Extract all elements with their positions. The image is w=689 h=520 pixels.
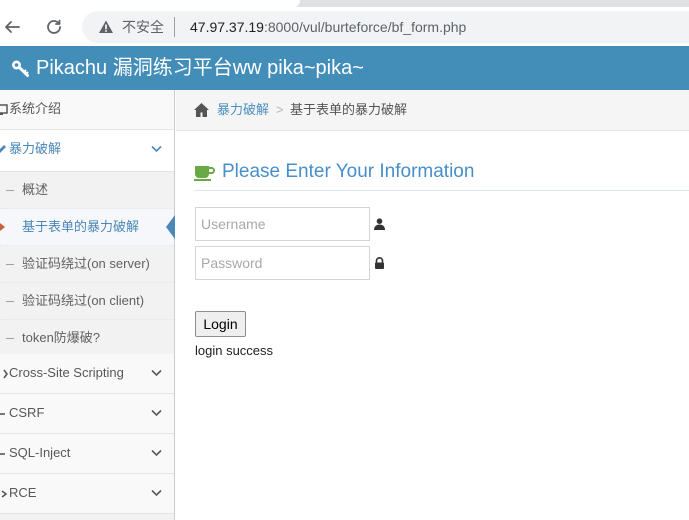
- terminal-icon: [1, 490, 8, 498]
- submenu-dash: [6, 338, 14, 339]
- active-indicator: [166, 215, 175, 239]
- chevron-down-icon: [151, 489, 162, 497]
- url-path: :8000/vul/burteforce/bf_form.php: [263, 19, 467, 35]
- caret-right-icon: [0, 223, 5, 231]
- sidebar-item-system-intro[interactable]: 系统介绍: [0, 90, 174, 130]
- reload-icon: [47, 19, 61, 34]
- sidebar-item-brute-force[interactable]: 暴力破解: [0, 130, 174, 172]
- submenu-item-label: 基于表单的暴力破解: [22, 219, 140, 234]
- desktop-icon: [0, 104, 8, 115]
- submenu-item-form-brute-force[interactable]: 基于表单的暴力破解: [0, 209, 175, 246]
- warning-icon[interactable]: [98, 19, 114, 35]
- database-icon: [0, 453, 5, 455]
- url-host: 47.97.37.19: [190, 19, 264, 35]
- password-input[interactable]: [195, 246, 370, 280]
- sidebar-item-label: Cross-Site Scripting: [9, 365, 124, 380]
- wrench-key-icon: [12, 60, 29, 77]
- breadcrumb-separator: >: [276, 102, 284, 117]
- submenu-item-token[interactable]: token防爆破?: [0, 320, 174, 357]
- sidebar-item-xss[interactable]: Cross-Site Scripting: [0, 354, 174, 394]
- reload-button[interactable]: [42, 15, 66, 39]
- address-divider: [174, 17, 175, 37]
- arrow-left-icon: [5, 21, 20, 33]
- sidebar-item-csrf[interactable]: CSRF: [0, 394, 174, 434]
- form-heading: Please Enter Your Information: [194, 156, 689, 191]
- sidebar-item-label: 系统介绍: [9, 101, 62, 116]
- breadcrumb: 暴力破解 > 基于表单的暴力破解: [176, 90, 689, 131]
- pencil-icon: [0, 145, 6, 153]
- submenu-item-label: 概述: [22, 182, 49, 197]
- browser-tab-strip: [0, 0, 689, 7]
- home-icon[interactable]: [193, 102, 210, 118]
- chevron-down-icon: [151, 145, 162, 153]
- form-title: Please Enter Your Information: [222, 161, 475, 182]
- submenu-item-label: token防爆破?: [22, 330, 101, 345]
- brand-title[interactable]: Pikachu 漏洞练习平台ww pika~pika~: [36, 56, 364, 80]
- lock-icon: [375, 257, 384, 269]
- submenu-item-captcha-client[interactable]: 验证码绕过(on client): [0, 283, 174, 320]
- submenu-dash: [6, 301, 14, 302]
- login-button[interactable]: Login: [195, 311, 246, 337]
- not-secure-label[interactable]: 不安全: [122, 19, 164, 35]
- breadcrumb-parent-link[interactable]: 暴力破解: [217, 102, 269, 118]
- sidebar-item-label: 暴力破解: [9, 141, 62, 156]
- submenu-item-overview[interactable]: 概述: [0, 172, 174, 209]
- chevron-down-icon: [151, 449, 162, 457]
- browser-toolbar: 不安全 47.97.37.19:8000/vul/burteforce/bf_f…: [0, 7, 689, 47]
- user-icon: [374, 218, 385, 230]
- link-icon: [0, 413, 5, 415]
- url-text[interactable]: 47.97.37.19:8000/vul/burteforce/bf_form.…: [190, 19, 466, 35]
- submenu-item-label: 验证码绕过(on client): [22, 293, 145, 308]
- sidebar: 系统介绍 暴力破解 概述 基于表单的暴力破解 验证码绕过(on server) …: [0, 90, 175, 520]
- sidebar-item-label: CSRF: [9, 405, 45, 420]
- breadcrumb-current: 基于表单的暴力破解: [290, 102, 408, 117]
- submenu-item-captcha-server[interactable]: 验证码绕过(on server): [0, 246, 174, 283]
- browser-active-tab[interactable]: [0, 0, 300, 7]
- sidebar-item-label: SQL-Inject: [9, 445, 71, 460]
- sidebar-item-sql-inject[interactable]: SQL-Inject: [0, 434, 174, 474]
- back-button[interactable]: [0, 15, 24, 39]
- submenu-dash: [6, 264, 14, 265]
- coffee-icon: [194, 166, 215, 181]
- address-bar[interactable]: 不安全 47.97.37.19:8000/vul/burteforce/bf_f…: [82, 11, 689, 43]
- sidebar-item-rce[interactable]: RCE: [0, 474, 174, 514]
- code-icon: [3, 369, 8, 379]
- site-header: Pikachu 漏洞练习平台ww pika~pika~: [0, 46, 689, 90]
- sidebar-item-label: RCE: [9, 485, 37, 500]
- login-result-message: login success: [195, 343, 274, 358]
- submenu-dash: [6, 190, 14, 191]
- submenu-item-label: 验证码绕过(on server): [22, 256, 150, 271]
- username-input[interactable]: [195, 207, 370, 241]
- chevron-down-icon: [151, 409, 162, 417]
- chevron-down-icon: [151, 369, 162, 377]
